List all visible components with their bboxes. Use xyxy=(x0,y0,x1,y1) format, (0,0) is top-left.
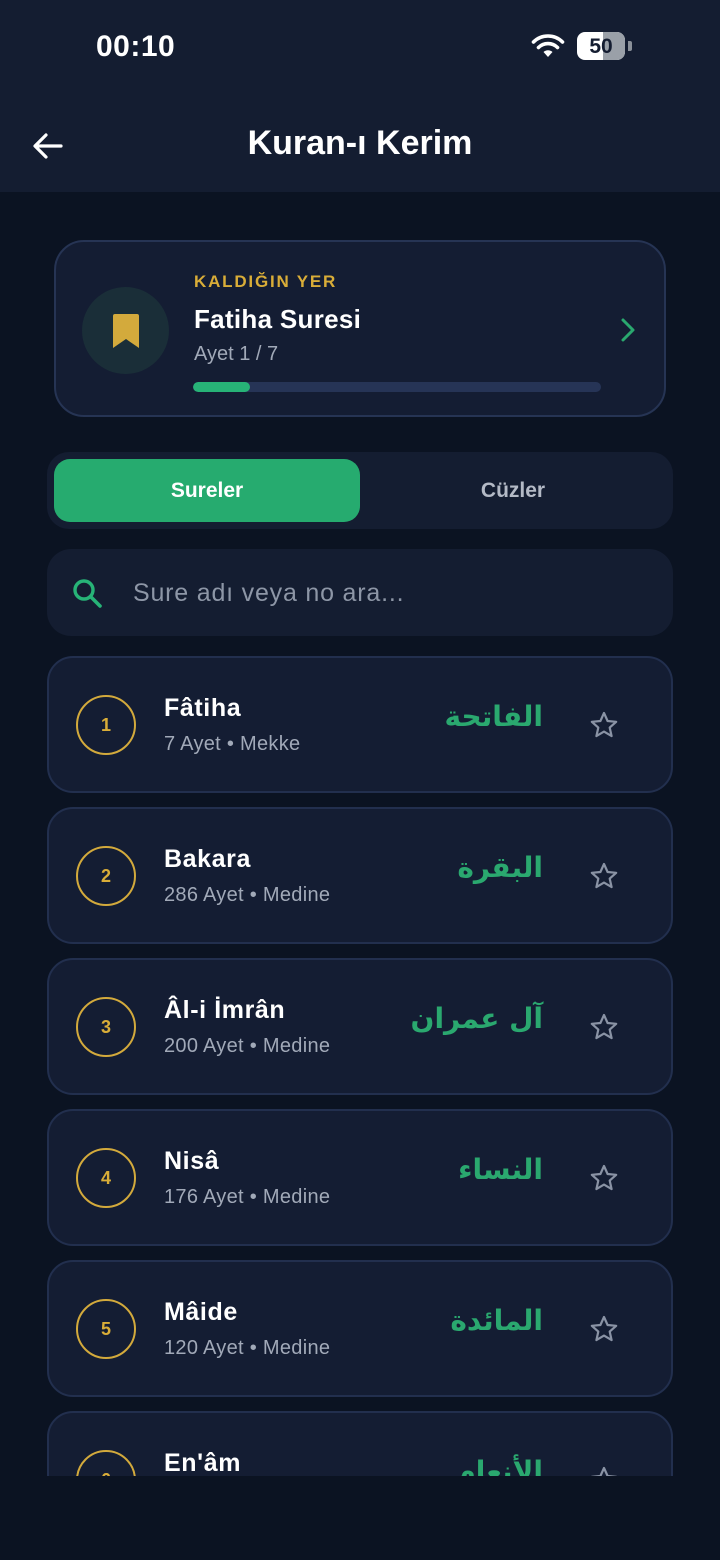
status-icons: 50 xyxy=(531,32,632,60)
sura-name: Bakara xyxy=(164,845,251,873)
resume-label: KALDIĞIN YER xyxy=(194,272,338,291)
resume-ayah-count: Ayet 1 / 7 xyxy=(194,343,279,365)
favorite-star-icon[interactable] xyxy=(589,1465,619,1476)
tab-sureler[interactable]: Sureler xyxy=(54,459,360,522)
battery-tip xyxy=(628,41,632,51)
sura-meta: 286 Ayet • Medine xyxy=(164,884,331,906)
sura-name: Fâtiha xyxy=(164,694,242,722)
favorite-star-icon[interactable] xyxy=(589,1163,619,1193)
sura-row[interactable]: 5 Mâide 120 Ayet • Medine المائدة xyxy=(47,1260,673,1397)
tab-cuzler[interactable]: Cüzler xyxy=(360,459,666,522)
favorite-star-icon[interactable] xyxy=(589,710,619,740)
sura-name: Âl-i İmrân xyxy=(164,996,286,1024)
page-title: Kuran-ı Kerim xyxy=(247,124,473,162)
search-bar xyxy=(47,549,673,636)
sura-meta: 120 Ayet • Medine xyxy=(164,1337,331,1359)
reading-progress-fill xyxy=(193,382,251,392)
sura-arabic-name: النساء xyxy=(458,1153,543,1186)
sura-number-badge: 6 xyxy=(76,1450,136,1476)
favorite-star-icon[interactable] xyxy=(589,1012,619,1042)
bookmark-icon xyxy=(112,313,139,348)
sura-name: Nisâ xyxy=(164,1147,220,1175)
sura-arabic-name: المائدة xyxy=(450,1304,543,1337)
bookmark-badge xyxy=(82,287,169,374)
sura-row[interactable]: 4 Nisâ 176 Ayet • Medine النساء xyxy=(47,1109,673,1246)
sura-row[interactable]: 2 Bakara 286 Ayet • Medine البقرة xyxy=(47,807,673,944)
sura-number-badge: 1 xyxy=(76,695,136,755)
status-time: 00:10 xyxy=(96,30,176,63)
sura-arabic-name: آل عمران xyxy=(410,1002,543,1035)
top-app-bar: 00:10 50 Kuran-ı Kerim xyxy=(0,0,720,192)
reading-progress-bar xyxy=(193,382,601,392)
sura-row[interactable]: 6 En'âm الأنعام xyxy=(47,1411,673,1476)
sura-name: En'âm xyxy=(164,1449,242,1476)
favorite-star-icon[interactable] xyxy=(589,1314,619,1344)
sura-name: Mâide xyxy=(164,1298,238,1326)
chevron-right-icon xyxy=(621,318,635,342)
sura-number-badge: 3 xyxy=(76,997,136,1057)
search-input[interactable] xyxy=(133,567,633,619)
sura-number-badge: 5 xyxy=(76,1299,136,1359)
sura-arabic-name: الفاتحة xyxy=(444,700,543,733)
sura-row[interactable]: 1 Fâtiha 7 Ayet • Mekke الفاتحة xyxy=(47,656,673,793)
sura-arabic-name: الأنعام xyxy=(455,1455,543,1476)
sura-meta: 7 Ayet • Mekke xyxy=(164,733,301,755)
sura-meta: 176 Ayet • Medine xyxy=(164,1186,331,1208)
segment-control: Sureler Cüzler xyxy=(47,452,673,529)
wifi-icon xyxy=(531,34,565,57)
sura-row[interactable]: 3 Âl-i İmrân 200 Ayet • Medine آل عمران xyxy=(47,958,673,1095)
sura-number-badge: 4 xyxy=(76,1148,136,1208)
resume-reading-card[interactable]: KALDIĞIN YER Fatiha Suresi Ayet 1 / 7 xyxy=(54,240,666,417)
sura-meta: 200 Ayet • Medine xyxy=(164,1035,331,1057)
sura-number-badge: 2 xyxy=(76,846,136,906)
sura-list: 1 Fâtiha 7 Ayet • Mekke الفاتحة 2 Bakara 286 A… xyxy=(0,656,720,1476)
sura-arabic-name: البقرة xyxy=(457,851,543,884)
resume-sura-name: Fatiha Suresi xyxy=(194,304,362,334)
battery-icon: 50 xyxy=(577,32,625,60)
battery-level: 50 xyxy=(589,34,613,58)
search-icon xyxy=(73,579,102,608)
favorite-star-icon[interactable] xyxy=(589,861,619,891)
